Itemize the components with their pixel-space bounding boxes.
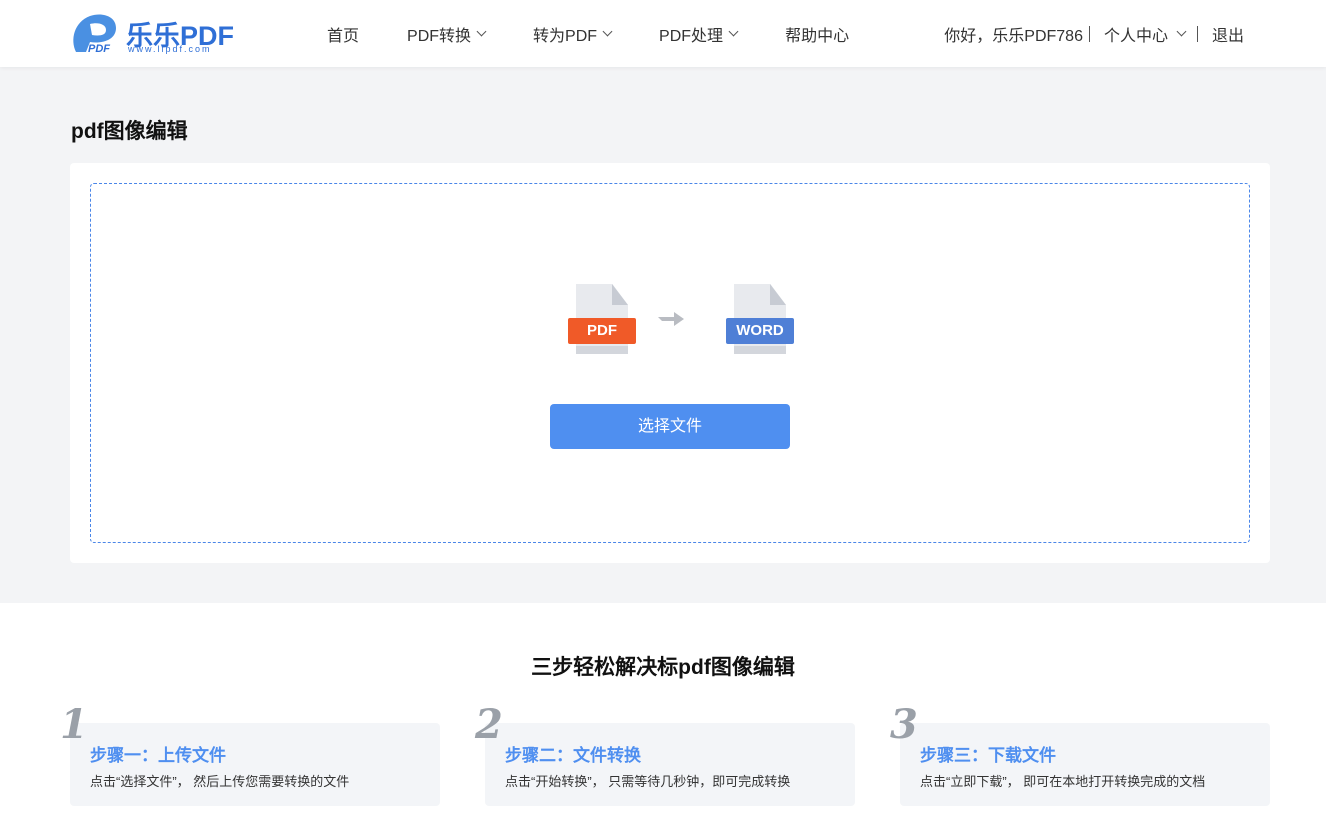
nav-item-help[interactable]: 帮助中心 [785, 22, 849, 46]
step-card: 2 步骤二：文件转换 点击“开始转换”， 只需等待几秒钟，即可完成转换 [475, 701, 855, 806]
file-dropzone[interactable]: PDF WORD 选择文件 [90, 183, 1250, 543]
select-file-button[interactable]: 选择文件 [550, 404, 790, 449]
top-header: PDF 乐乐PDF www.llpdf.com 首页 PDF转换 转为PDF P… [0, 0, 1326, 67]
step-description: 点击“选择文件”， 然后上传您需要转换的文件 [90, 774, 350, 789]
step-card: 3 步骤三：下载文件 点击“立即下载”， 即可在本地打开转换完成的文档 [890, 701, 1270, 806]
nav-item-home[interactable]: 首页 [327, 22, 359, 46]
step-description: 点击“开始转换”， 只需等待几秒钟，即可完成转换 [505, 774, 791, 789]
nav-item-pdf-process[interactable]: PDF处理 [659, 22, 739, 46]
divider [1088, 25, 1090, 42]
nav-item-pdf-convert[interactable]: PDF转换 [407, 22, 487, 46]
user-center-label: 个人中心 [1103, 27, 1168, 45]
user-center-menu[interactable]: 个人中心 [1103, 22, 1187, 46]
chevron-down-icon [602, 26, 613, 37]
logout-link[interactable]: 退出 [1212, 22, 1244, 46]
chevron-down-icon [1176, 26, 1187, 37]
main-nav: 首页 PDF转换 转为PDF PDF处理 帮助中心 [327, 0, 897, 67]
steps-title: 三步轻松解决标pdf图像编辑 [531, 656, 795, 679]
logo-mark-icon: PDF [73, 14, 116, 54]
steps-section: 三步轻松解决标pdf图像编辑 1 步骤一：上传文件 点击“选择文件”， 然后上传… [0, 603, 1326, 833]
user-greeting: 你好，乐乐PDF786 [944, 27, 1083, 45]
step-title: 步骤二：文件转换 [505, 746, 641, 765]
logo-url-text: www.llpdf.com [128, 44, 212, 54]
nav-item-label: 转为PDF [533, 27, 598, 45]
step-number: 3 [890, 701, 918, 748]
step-number: 1 [60, 701, 88, 748]
step-card: 1 步骤一：上传文件 点击“选择文件”， 然后上传您需要转换的文件 [60, 701, 440, 806]
chevron-down-icon [728, 26, 739, 37]
arrow-right-icon [658, 312, 684, 326]
step-number: 2 [475, 701, 503, 748]
word-file-label: WORD [726, 318, 794, 344]
page-title: pdf图像编辑 [71, 120, 188, 143]
step-title: 步骤三：下载文件 [920, 746, 1056, 765]
pdf-file-icon: PDF [568, 284, 636, 356]
nav-item-label: PDF转换 [407, 27, 472, 45]
nav-item-label: 帮助中心 [785, 27, 850, 45]
pdf-file-label: PDF [568, 318, 636, 344]
upload-card: PDF WORD 选择文件 [70, 163, 1270, 563]
nav-item-to-pdf[interactable]: 转为PDF [533, 22, 613, 46]
divider [1196, 25, 1198, 42]
chevron-down-icon [476, 26, 487, 37]
nav-item-label: PDF处理 [659, 27, 724, 45]
word-file-icon: WORD [726, 284, 794, 356]
site-logo[interactable]: PDF 乐乐PDF www.llpdf.com [68, 12, 238, 56]
logo-mark-text: PDF [88, 43, 110, 54]
step-description: 点击“立即下载”， 即可在本地打开转换完成的文档 [920, 774, 1206, 789]
nav-item-label: 首页 [327, 27, 360, 45]
step-title: 步骤一：上传文件 [90, 746, 226, 765]
user-area: 你好，乐乐PDF786 个人中心 退出 [944, 0, 1244, 67]
